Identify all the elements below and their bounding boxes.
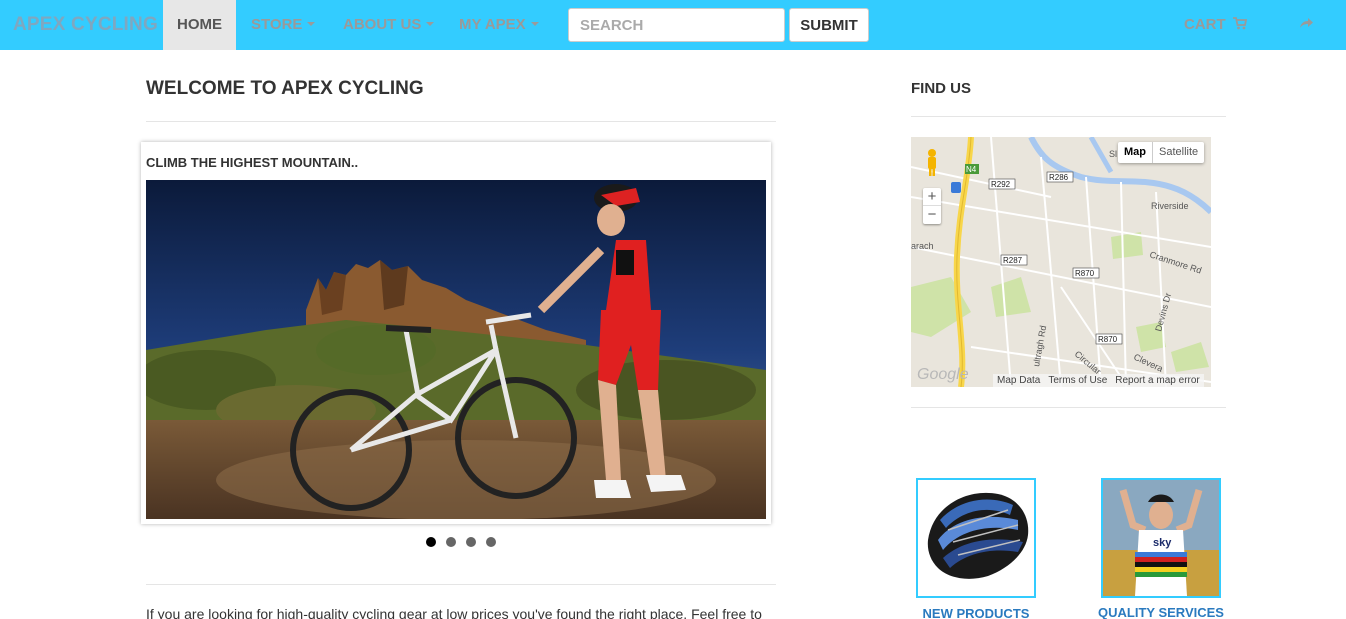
helmet-image [918,480,1034,596]
chevron-down-icon [530,22,539,27]
google-logo: Google [917,366,969,383]
chevron-down-icon [307,22,316,27]
carousel: CLIMB THE HIGHEST MOUNTAIN.. [141,142,771,524]
nav-my-apex[interactable]: MY APEX [459,0,539,50]
quality-services-link[interactable]: QUALITY SERVICES [1081,605,1241,619]
new-products-link[interactable]: NEW PRODUCTS [896,606,1056,619]
map-label-riverside: Riverside [1151,201,1189,211]
map-label-r870-a: R870 [1075,269,1095,278]
nav-cart[interactable]: CART [1184,0,1247,50]
cyclist-photo [146,180,766,519]
carousel-dot[interactable] [466,537,476,547]
map-label-r870-b: R870 [1098,335,1118,344]
quality-services-image[interactable]: sky [1101,478,1221,598]
carousel-dot[interactable] [446,537,456,547]
map-type-satellite[interactable]: Satellite [1153,142,1204,163]
intro-paragraph: If you are looking for high-quality cycl… [146,606,762,619]
search-input[interactable] [568,8,785,42]
svg-text:sky: sky [1153,537,1172,549]
slide-image-cyclist[interactable] [146,180,766,519]
cart-icon [1232,17,1247,30]
map-footer: Map Data Terms of Use Report a map error [993,374,1204,387]
map-label-r287: R287 [1003,256,1023,265]
nav-about[interactable]: ABOUT US [343,0,435,50]
map-type-map[interactable]: Map [1118,142,1153,163]
google-map[interactable]: N4 R292 R286 R287 R870 R870 Riverside Cr… [911,137,1211,387]
slide-caption: CLIMB THE HIGHEST MOUNTAIN.. [146,155,359,170]
map-zoom-control: + − [923,188,941,224]
nav-store-label: STORE [251,16,303,33]
champion-cyclist-image: sky [1103,480,1219,596]
page-title: WELCOME TO APEX CYCLING [146,78,424,99]
terms-link[interactable]: Terms of Use [1048,374,1107,387]
map-type-control: Map Satellite [1118,142,1205,163]
map-label-r286: R286 [1049,173,1069,182]
divider [146,584,776,585]
new-products-image[interactable] [916,478,1036,598]
chevron-down-icon [426,22,435,27]
nav-cart-label: CART [1184,16,1226,33]
navbar: APEX CYCLING HOME STORE ABOUT US MY APEX… [0,0,1346,50]
divider [911,116,1226,117]
nav-home[interactable]: HOME [163,0,236,50]
map-label-arach: arach [911,241,934,251]
zoom-out-button[interactable]: − [923,206,941,224]
report-map-error-link[interactable]: Report a map error [1115,374,1199,387]
submit-button[interactable]: SUBMIT [789,8,869,42]
nav-store[interactable]: STORE [251,0,316,50]
divider [146,121,776,122]
carousel-dot[interactable] [486,537,496,547]
map-label-n4: N4 [966,165,977,174]
find-us-heading: FIND US [911,80,971,97]
map-label-r292: R292 [991,180,1011,189]
zoom-in-button[interactable]: + [923,188,941,206]
share-icon[interactable] [1298,15,1314,31]
brand-logo[interactable]: APEX CYCLING [13,0,158,50]
carousel-dot[interactable] [426,537,436,547]
nav-about-label: ABOUT US [343,16,422,33]
nav-my-apex-label: MY APEX [459,16,526,33]
map-data-link[interactable]: Map Data [997,374,1040,387]
map-canvas: N4 R292 R286 R287 R870 R870 Riverside Cr… [911,137,1211,387]
map-label-sl: Sl [1109,149,1117,159]
divider [911,407,1226,408]
